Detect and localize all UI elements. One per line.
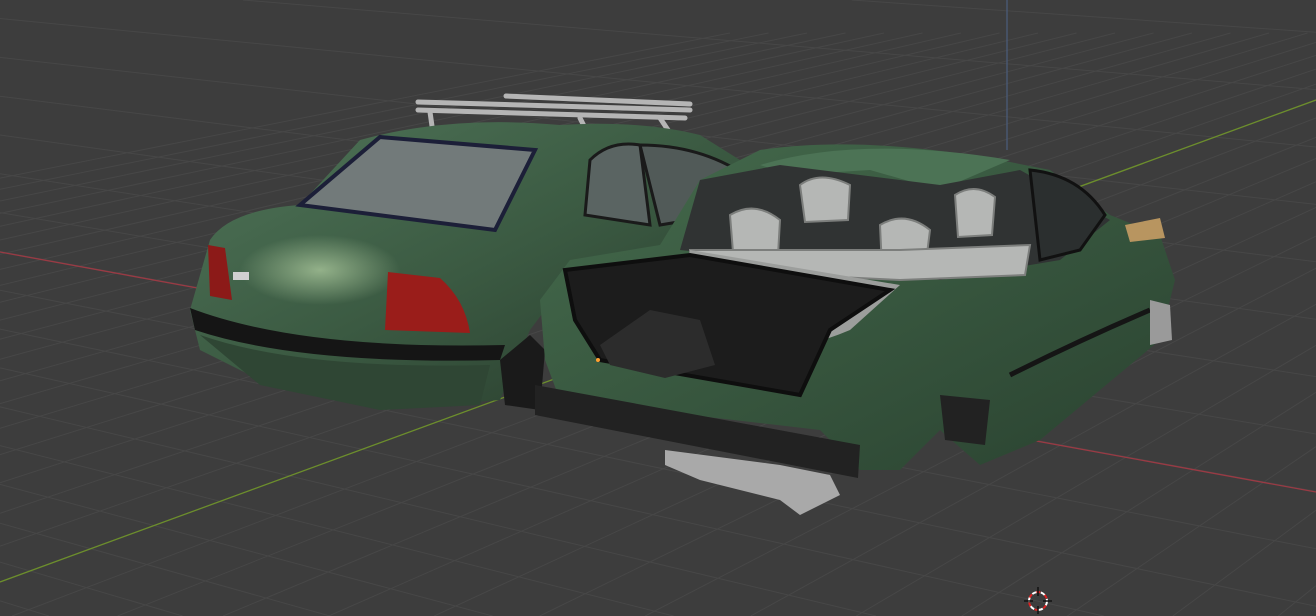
- rear-suspension: [940, 395, 990, 445]
- grid-line: [1277, 585, 1316, 616]
- 3d-viewport[interactable]: [0, 0, 1316, 616]
- side-window: [583, 142, 652, 227]
- viewport-canvas[interactable]: [0, 0, 1316, 616]
- badge: [233, 272, 249, 280]
- grid-line: [0, 483, 493, 616]
- front-wheel-hub: [1150, 300, 1172, 345]
- vertex-dot: [596, 358, 600, 362]
- grid-line: [0, 561, 183, 616]
- grid-line: [851, 0, 1316, 33]
- grid-line: [1172, 509, 1316, 616]
- side-mirror: [1125, 218, 1165, 242]
- 3d-cursor-icon[interactable]: [1024, 587, 1052, 614]
- grid-line: [242, 0, 1316, 91]
- grid-line: [1067, 446, 1316, 616]
- body-highlight: [240, 235, 400, 305]
- grid-line: [0, 445, 674, 616]
- grid-line: [0, 600, 50, 616]
